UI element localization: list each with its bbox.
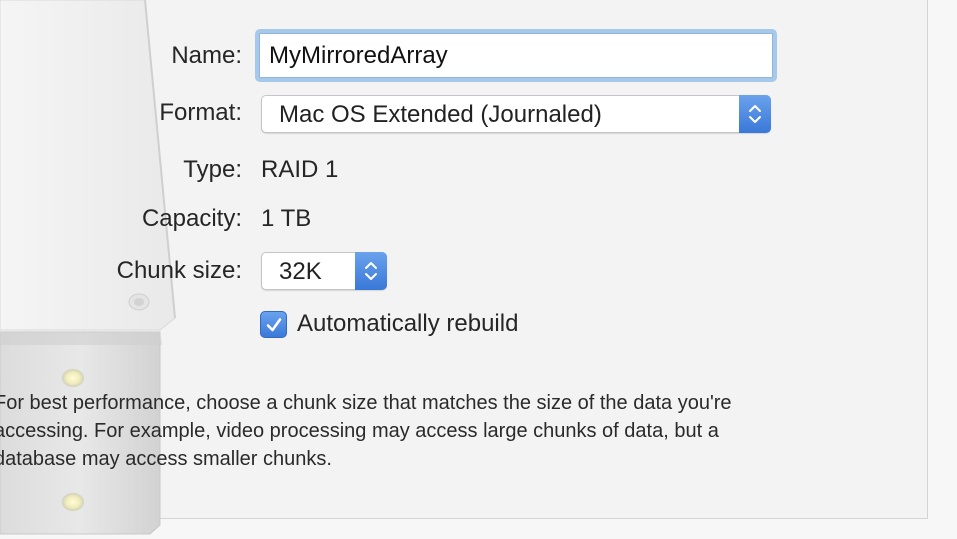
format-popup[interactable]: Mac OS Extended (Journaled): [261, 95, 771, 133]
type-value: RAID 1: [261, 156, 339, 183]
name-label: Name:: [171, 42, 242, 69]
chunk-size-label: Chunk size:: [116, 257, 242, 284]
updown-chevron-icon: [355, 252, 387, 290]
automatically-rebuild-label[interactable]: Automatically rebuild: [297, 310, 518, 338]
help-line: accessing. For example, video processing…: [0, 420, 719, 442]
format-value: Mac OS Extended (Journaled): [279, 101, 602, 128]
window-edge: [928, 0, 957, 539]
updown-chevron-icon: [739, 95, 771, 133]
help-line: database may access smaller chunks.: [0, 448, 332, 470]
automatically-rebuild-checkbox[interactable]: [260, 311, 287, 338]
checkmark-icon: [266, 317, 281, 331]
window-edge-bottom: [0, 519, 957, 539]
chunk-size-value: 32K: [279, 258, 322, 285]
format-label: Format:: [159, 99, 242, 126]
name-field[interactable]: [255, 29, 777, 82]
chunk-size-help-text: For best performance, choose a chunk siz…: [0, 389, 894, 473]
capacity-label: Capacity:: [141, 205, 242, 232]
type-label: Type:: [183, 156, 242, 183]
capacity-value: 1 TB: [261, 205, 312, 232]
chunk-size-popup[interactable]: 32K: [261, 252, 387, 290]
help-line: For best performance, choose a chunk siz…: [0, 392, 732, 414]
